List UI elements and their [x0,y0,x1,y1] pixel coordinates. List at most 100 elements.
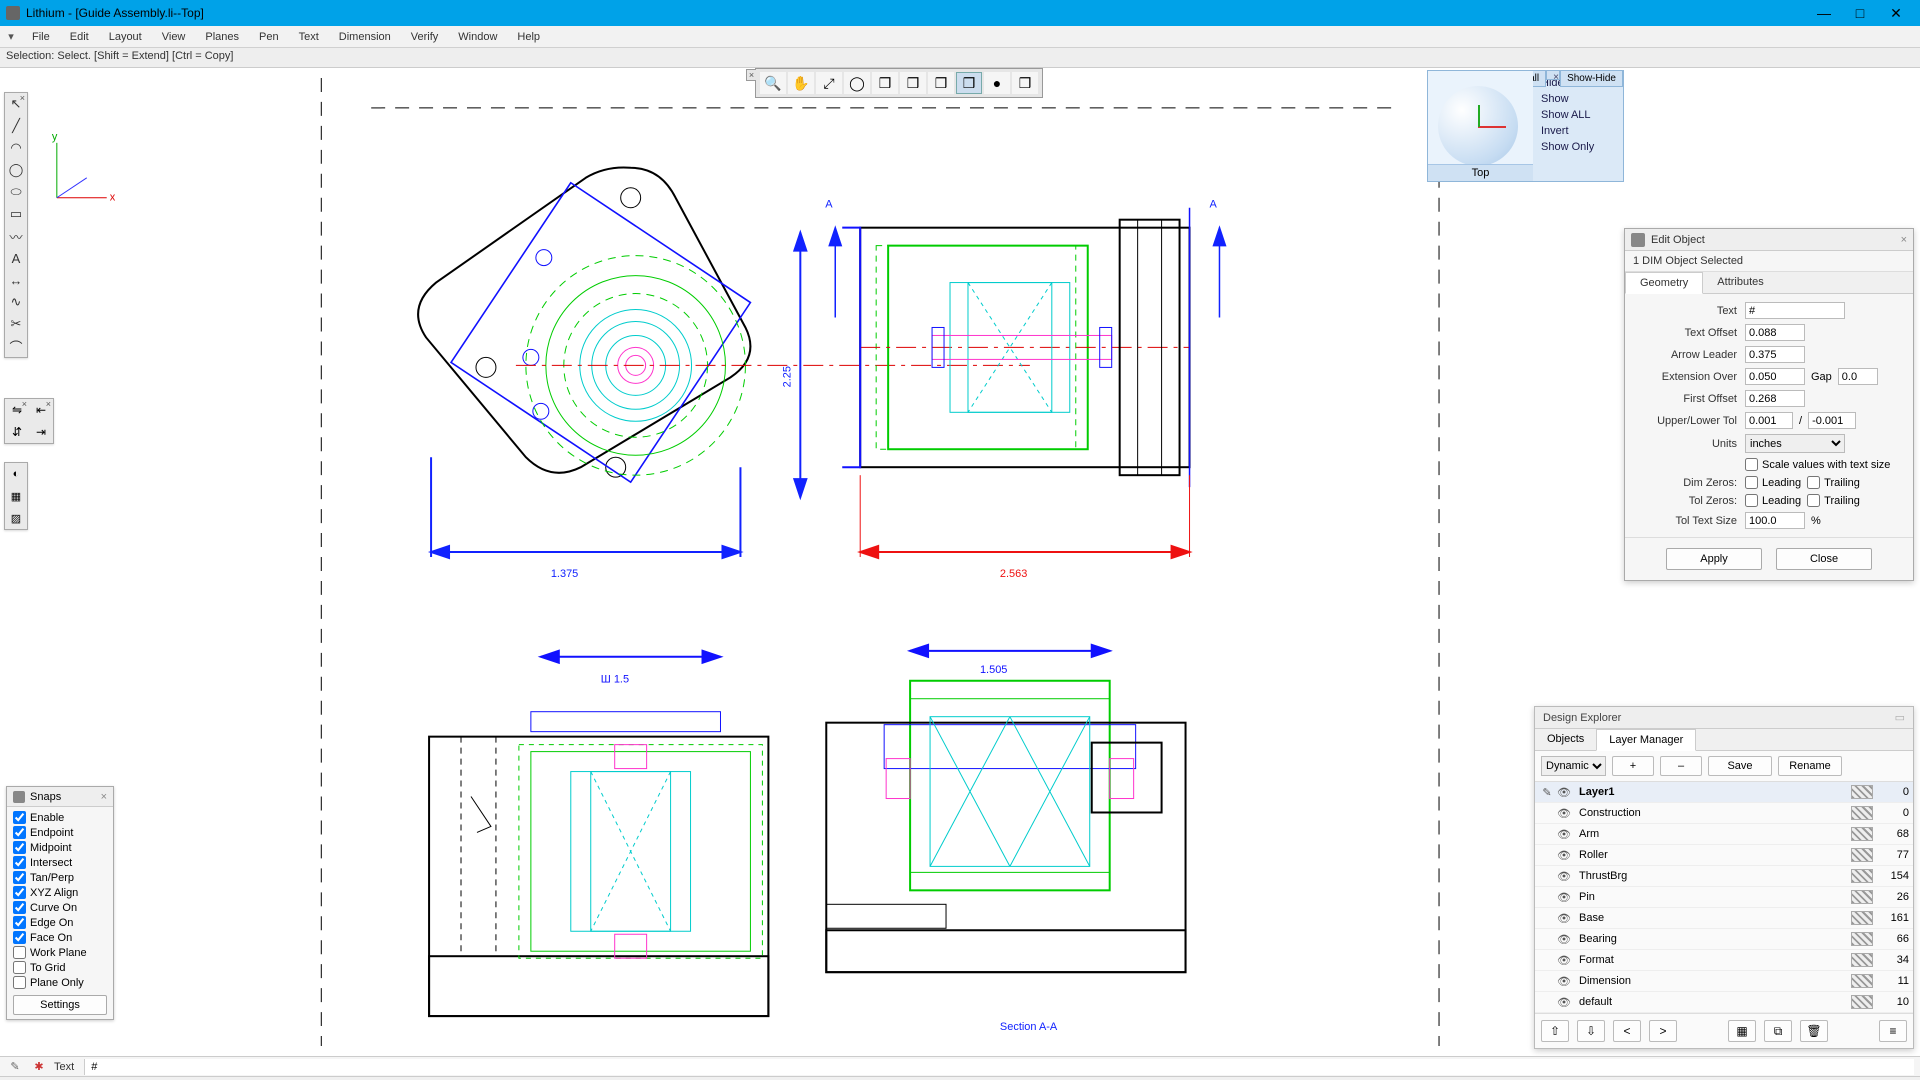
trackball-orb[interactable]: Top [1428,71,1533,181]
circle-tool-icon[interactable]: ◯ [5,159,27,181]
layer-tool-button[interactable]: ≡ [1879,1020,1907,1042]
snap-option[interactable]: Edge On [13,916,107,929]
close-icon[interactable]: × [101,791,107,803]
snap-option[interactable]: Endpoint [13,826,107,839]
snap-option[interactable]: Enable [13,811,107,824]
cmd-icon-1[interactable]: ✎ [6,1060,24,1073]
menu-help[interactable]: Help [507,29,550,45]
mode-select[interactable]: Dynamic [1541,756,1606,776]
polyline-tool-icon[interactable]: 〰 [5,225,27,247]
snap-option[interactable]: Intersect [13,856,107,869]
shade-icon[interactable]: ◐ [5,463,27,485]
text-input[interactable] [1745,302,1845,319]
eye-icon[interactable]: 👁 [1555,933,1573,946]
wireframe-icon[interactable]: ▦ [5,485,27,507]
snap-checkbox[interactable] [13,886,26,899]
cube-front-icon[interactable]: ❒ [956,72,982,94]
rectangle-tool-icon[interactable]: ▭ [5,203,27,225]
fillet-tool-icon[interactable]: ⌒ [5,335,27,357]
layer-swatch[interactable] [1851,953,1873,967]
dim-1505[interactable]: 1.505 [980,664,1007,676]
cube5-icon[interactable]: ❒ [1012,72,1038,94]
layer-row[interactable]: 👁 Bearing 66 [1535,929,1913,950]
trim-tool-icon[interactable]: ✂ [5,313,27,335]
snap-checkbox[interactable] [13,871,26,884]
layer-swatch[interactable] [1851,974,1873,988]
snap-option[interactable]: Work Plane [13,946,107,959]
gap-input[interactable] [1838,368,1878,385]
eye-icon[interactable]: 👁 [1555,870,1573,883]
hidden-line-icon[interactable]: ▨ [5,507,27,529]
ellipse-tool-icon[interactable]: ⬭ [5,181,27,203]
layer-row[interactable]: 👁 Pin 26 [1535,887,1913,908]
spline-tool-icon[interactable]: ∿ [5,291,27,313]
snap-option[interactable]: Tan/Perp [13,871,107,884]
layer-tool-button[interactable]: ▦ [1728,1020,1756,1042]
save-button[interactable]: Save [1708,756,1772,776]
snap-option[interactable]: Plane Only [13,976,107,989]
eye-icon[interactable]: 👁 [1555,996,1573,1009]
layer-row[interactable]: ✎ 👁 Layer1 0 [1535,782,1913,803]
close-button[interactable]: ✕ [1878,5,1914,22]
layer-swatch[interactable] [1851,848,1873,862]
layer-tool-button[interactable]: ⧉ [1764,1020,1792,1042]
layer-row[interactable]: 👁 Roller 77 [1535,845,1913,866]
cube3-icon[interactable]: ❒ [928,72,954,94]
tab-layer-manager[interactable]: Layer Manager [1596,729,1696,751]
dim-1375[interactable]: 1.375 [551,568,578,580]
delete-layer-button[interactable]: – [1660,756,1702,776]
cube2-icon[interactable]: ❒ [900,72,926,94]
arc-tool-icon[interactable]: ◠ [5,137,27,159]
eye-icon[interactable]: 👁 [1555,786,1573,799]
eye-icon[interactable]: 👁 [1555,891,1573,904]
showhide-show[interactable]: Show [1535,91,1621,107]
snap-checkbox[interactable] [13,916,26,929]
tab-objects[interactable]: Objects [1535,729,1596,750]
move-right-icon[interactable]: ⇥ [29,421,53,443]
dim-225[interactable]: 2.25 [781,366,793,387]
layer-row[interactable]: 👁 Base 161 [1535,908,1913,929]
showhide-show-only[interactable]: Show Only [1535,139,1621,155]
layer-swatch[interactable] [1851,911,1873,925]
cmd-icon-2[interactable]: ✱ [30,1060,48,1073]
showhide-invert[interactable]: Invert [1535,123,1621,139]
flip-v-icon[interactable]: ⇵ [5,421,29,443]
close-icon[interactable]: × [746,69,756,81]
apply-button[interactable]: Apply [1666,548,1762,570]
layer-tool-button[interactable]: > [1649,1020,1677,1042]
close-button[interactable]: Close [1776,548,1872,570]
snap-option[interactable]: Curve On [13,901,107,914]
layer-row[interactable]: 👁 Construction 0 [1535,803,1913,824]
tab-attributes[interactable]: Attributes [1703,272,1777,293]
collapse-icon[interactable]: ▭ [1895,711,1905,724]
tol-trailing-checkbox[interactable] [1807,494,1820,507]
eye-icon[interactable]: 👁 [1555,954,1573,967]
zoom-window-icon[interactable]: ⤢ [816,72,842,94]
snap-checkbox[interactable] [13,961,26,974]
eye-icon[interactable]: 👁 [1555,807,1573,820]
showhide-show-all[interactable]: Show ALL [1535,107,1621,123]
zoom-icon[interactable]: 🔍 [760,72,786,94]
layer-swatch[interactable] [1851,785,1873,799]
menu-pen[interactable]: Pen [249,29,289,45]
tol-text-size-input[interactable] [1745,512,1805,529]
menu-layout[interactable]: Layout [99,29,152,45]
close-icon[interactable]: × [22,399,27,409]
close-icon[interactable]: × [1546,70,1560,80]
menu-verify[interactable]: Verify [401,29,449,45]
eye-icon[interactable]: 👁 [1555,975,1573,988]
layer-swatch[interactable] [1851,995,1873,1009]
menu-view[interactable]: View [152,29,196,45]
snap-option[interactable]: To Grid [13,961,107,974]
menu-file[interactable]: File [22,29,60,45]
layer-tool-button[interactable]: 🗑 [1800,1020,1828,1042]
layer-swatch[interactable] [1851,869,1873,883]
menu-window[interactable]: Window [448,29,507,45]
mdi-close-icon[interactable]: ▾ [4,30,18,43]
scale-checkbox[interactable] [1745,458,1758,471]
ext-over-input[interactable] [1745,368,1805,385]
lower-tol-input[interactable] [1808,412,1856,429]
view-label[interactable]: Top [1428,164,1533,181]
first-offset-input[interactable] [1745,390,1805,407]
snap-option[interactable]: XYZ Align [13,886,107,899]
